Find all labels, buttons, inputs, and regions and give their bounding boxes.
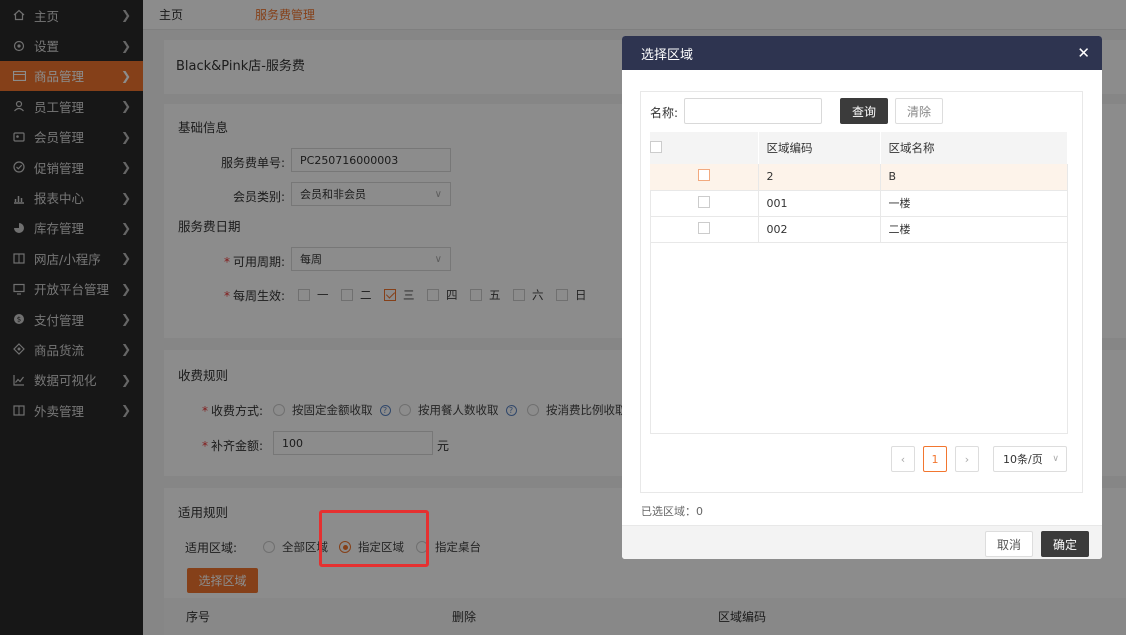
- row-checkbox[interactable]: [697, 221, 710, 234]
- page-size-value: 10条/页: [1003, 453, 1043, 466]
- name-input[interactable]: [684, 98, 822, 124]
- row-select-cell: [650, 190, 759, 217]
- selected-count: 已选区域：0: [641, 505, 703, 518]
- next-page-button[interactable]: ›: [955, 446, 979, 472]
- chevron-down-icon: ∨: [1052, 454, 1059, 464]
- table-row[interactable]: 2 B: [650, 164, 1068, 191]
- row-select-cell: [650, 164, 759, 191]
- area-table: 区域编码 区域名称 2 B 001 一楼 002 二楼: [650, 132, 1068, 243]
- row-checkbox[interactable]: [697, 169, 710, 182]
- area-code-cell: 002: [758, 216, 881, 243]
- area-code-cell: 2: [758, 164, 881, 191]
- column-area-name: 区域名称: [880, 132, 1068, 164]
- page-number-button[interactable]: 1: [923, 446, 947, 472]
- row-select-cell: [650, 216, 759, 243]
- query-button[interactable]: 查询: [840, 98, 888, 124]
- select-area-modal: 选择区域 ✕ 名称: 查询 清除 区域编码 区域名称 2 B 001 一楼 00…: [622, 36, 1102, 559]
- table-row[interactable]: 001 一楼: [650, 190, 1068, 217]
- clear-button[interactable]: 清除: [895, 98, 943, 124]
- page-size-select[interactable]: 10条/页 ∨: [993, 446, 1067, 472]
- modal-footer: 取消 确定: [622, 525, 1102, 559]
- area-code-cell: 001: [758, 190, 881, 217]
- close-icon[interactable]: ✕: [1077, 44, 1090, 62]
- area-name-cell: 一楼: [880, 190, 1068, 217]
- column-area-code: 区域编码: [758, 132, 881, 164]
- area-name-cell: B: [880, 164, 1068, 191]
- row-checkbox[interactable]: [697, 195, 710, 208]
- area-name-cell: 二楼: [880, 216, 1068, 243]
- select-all-cell: [650, 132, 759, 164]
- confirm-button[interactable]: 确定: [1041, 531, 1089, 557]
- cancel-button[interactable]: 取消: [985, 531, 1033, 557]
- table-header-row: 区域编码 区域名称: [650, 132, 1068, 164]
- select-all-checkbox[interactable]: [650, 140, 662, 153]
- prev-page-button[interactable]: ‹: [891, 446, 915, 472]
- table-row[interactable]: 002 二楼: [650, 216, 1068, 243]
- modal-header: 选择区域 ✕: [622, 36, 1102, 70]
- name-label: 名称:: [650, 106, 679, 120]
- modal-content: 名称: 查询 清除 区域编码 区域名称 2 B 001 一楼 002 二楼 ‹ …: [640, 91, 1083, 493]
- modal-title: 选择区域: [641, 47, 694, 63]
